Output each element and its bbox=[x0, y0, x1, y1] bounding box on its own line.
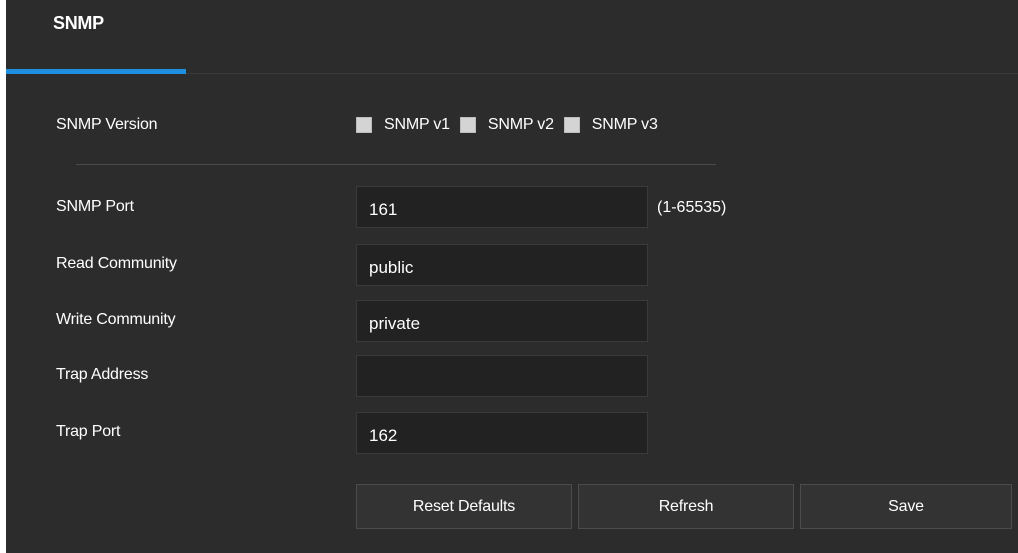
active-tab-indicator bbox=[6, 69, 186, 74]
snmp-version-options: SNMP v1 SNMP v2 SNMP v3 bbox=[356, 113, 668, 137]
trap-address-label: Trap Address bbox=[56, 366, 149, 383]
write-community-input[interactable] bbox=[356, 300, 648, 342]
tab-bar: SNMP bbox=[6, 0, 1018, 74]
snmp-v3-checkbox[interactable] bbox=[563, 117, 580, 133]
reset-defaults-button[interactable]: Reset Defaults bbox=[356, 484, 572, 529]
snmp-v3-label: SNMP v3 bbox=[591, 116, 658, 133]
trap-address-input[interactable] bbox=[356, 355, 648, 397]
read-community-label: Read Community bbox=[56, 255, 177, 272]
write-community-label: Write Community bbox=[56, 311, 176, 328]
read-community-input[interactable] bbox=[356, 244, 648, 286]
section-divider bbox=[76, 164, 716, 165]
snmp-port-label: SNMP Port bbox=[56, 198, 134, 215]
snmp-v2-option[interactable]: SNMP v2 bbox=[459, 116, 554, 134]
tab-snmp-label: SNMP bbox=[53, 13, 104, 33]
snmp-v2-label: SNMP v2 bbox=[487, 116, 554, 133]
trap-port-input[interactable] bbox=[356, 412, 648, 454]
trap-port-label: Trap Port bbox=[56, 423, 121, 440]
save-button[interactable]: Save bbox=[800, 484, 1012, 529]
snmp-v1-label: SNMP v1 bbox=[384, 116, 450, 133]
snmp-port-input[interactable] bbox=[356, 186, 648, 228]
snmp-version-label: SNMP Version bbox=[56, 116, 158, 133]
refresh-button[interactable]: Refresh bbox=[578, 484, 794, 529]
snmp-v3-option[interactable]: SNMP v3 bbox=[563, 116, 658, 134]
snmp-settings-panel: SNMP SNMP Version SNMP v1 SNMP v2 SNMP v… bbox=[6, 0, 1018, 553]
snmp-v1-checkbox[interactable] bbox=[356, 117, 372, 133]
tab-bar-divider bbox=[186, 73, 1018, 74]
snmp-port-range-hint: (1-65535) bbox=[657, 199, 727, 216]
snmp-v2-checkbox[interactable] bbox=[459, 117, 476, 133]
tab-snmp[interactable]: SNMP bbox=[6, 0, 186, 74]
snmp-v1-option[interactable]: SNMP v1 bbox=[356, 116, 450, 134]
